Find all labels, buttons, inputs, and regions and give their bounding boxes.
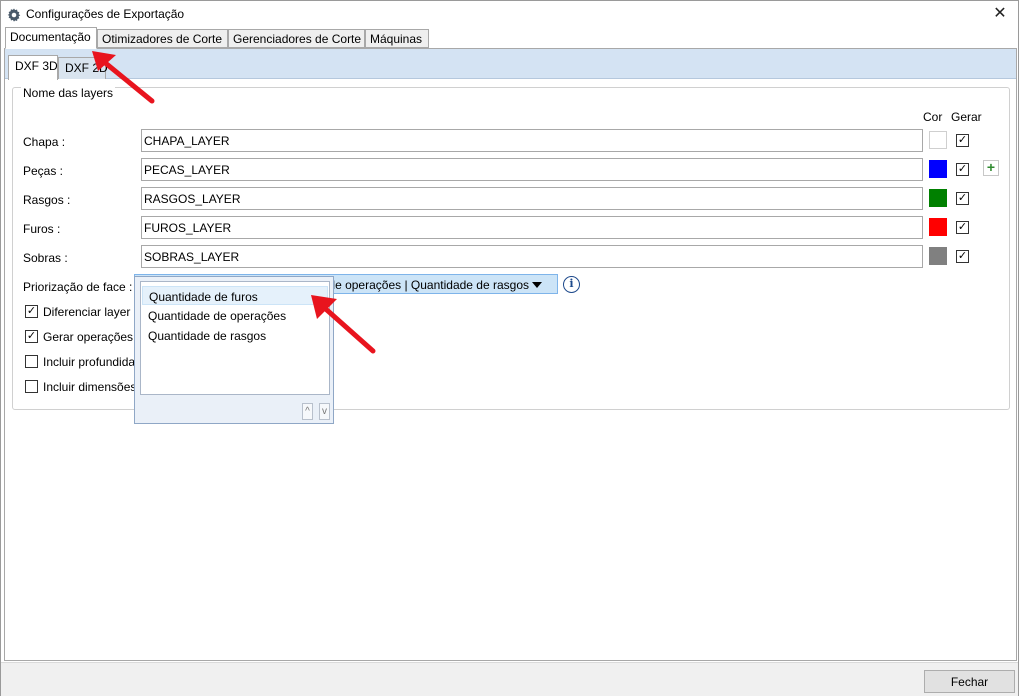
option-checkbox-1[interactable] <box>25 305 38 318</box>
pecas-gerar-checkbox[interactable] <box>956 163 969 176</box>
chapa-gerar-checkbox[interactable] <box>956 134 969 147</box>
furos-label: Furos : <box>23 222 61 236</box>
move-up-button[interactable]: ^ <box>302 403 313 420</box>
close-button[interactable]: ✕ <box>990 4 1010 24</box>
tab-otimizadores-de-corte[interactable]: Otimizadores de Corte <box>97 29 228 48</box>
sobras-gerar-checkbox[interactable] <box>956 250 969 263</box>
option-label-3: Incluir profundida <box>43 355 136 369</box>
furos-gerar-checkbox[interactable] <box>956 221 969 234</box>
chapa-color-swatch[interactable] <box>929 131 947 149</box>
furos-layer-input[interactable]: FUROS_LAYER <box>141 216 923 239</box>
option-checkbox-3[interactable] <box>25 355 38 368</box>
pecas-label: Peças : <box>23 164 64 178</box>
dropdown-item-operacoes[interactable]: Quantidade de operações <box>142 306 328 325</box>
tab-maquinas[interactable]: Máquinas <box>365 29 429 48</box>
chapa-label: Chapa : <box>23 135 66 149</box>
sobras-label: Sobras : <box>23 251 68 265</box>
option-checkbox-4[interactable] <box>25 380 38 393</box>
pecas-layer-input[interactable]: PECAS_LAYER <box>141 158 923 181</box>
column-cor-header: Cor <box>923 110 943 124</box>
rasgos-color-swatch[interactable] <box>929 189 947 207</box>
option-label-1: Diferenciar layer c <box>43 305 140 319</box>
pecas-color-swatch[interactable] <box>929 160 947 178</box>
subtab-strip: DXF 3D DXF 2D <box>5 49 1016 80</box>
gear-icon <box>7 8 21 22</box>
option-checkbox-2[interactable] <box>25 330 38 343</box>
sobras-color-swatch[interactable] <box>929 247 947 265</box>
dropdown-arrow-icon <box>532 282 542 288</box>
dropdown-list: Quantidade de furos Quantidade de operaç… <box>140 281 330 395</box>
priorizacao-value: de operações | Quantidade de rasgos <box>328 278 529 292</box>
fechar-button[interactable]: Fechar <box>924 670 1015 693</box>
window-title: Configurações de Exportação <box>26 7 185 21</box>
dropdown-item-furos[interactable]: Quantidade de furos <box>142 286 328 305</box>
sobras-layer-input[interactable]: SOBRAS_LAYER <box>141 245 923 268</box>
move-down-button[interactable]: v <box>319 403 330 420</box>
export-settings-window: Configurações de Exportação ✕ Documentaç… <box>0 0 1019 696</box>
furos-color-swatch[interactable] <box>929 218 947 236</box>
tab-documentacao[interactable]: Documentação <box>5 27 97 49</box>
priorizacao-label: Priorização de face : <box>23 280 133 294</box>
option-label-4: Incluir dimensões <box>43 380 137 394</box>
column-gerar-header: Gerar <box>951 110 982 124</box>
group-title: Nome das layers <box>21 86 116 100</box>
dropdown-item-rasgos[interactable]: Quantidade de rasgos <box>142 326 328 345</box>
rasgos-gerar-checkbox[interactable] <box>956 192 969 205</box>
priorizacao-dropdown-popup: Quantidade de furos Quantidade de operaç… <box>134 276 334 424</box>
tab-dxf-2d[interactable]: DXF 2D <box>58 57 108 79</box>
rasgos-label: Rasgos : <box>23 193 71 207</box>
rasgos-layer-input[interactable]: RASGOS_LAYER <box>141 187 923 210</box>
footer-bar: Fechar <box>1 662 1018 696</box>
tab-gerenciadores-de-corte[interactable]: Gerenciadores de Corte <box>228 29 365 48</box>
tab-dxf-3d[interactable]: DXF 3D <box>8 55 58 80</box>
info-icon[interactable]: i <box>563 276 580 293</box>
add-layer-icon[interactable]: + <box>983 160 999 176</box>
chapa-layer-input[interactable]: CHAPA_LAYER <box>141 129 923 152</box>
title-bar: Configurações de Exportação ✕ <box>1 1 1018 29</box>
option-label-2: Gerar operações c <box>43 330 143 344</box>
